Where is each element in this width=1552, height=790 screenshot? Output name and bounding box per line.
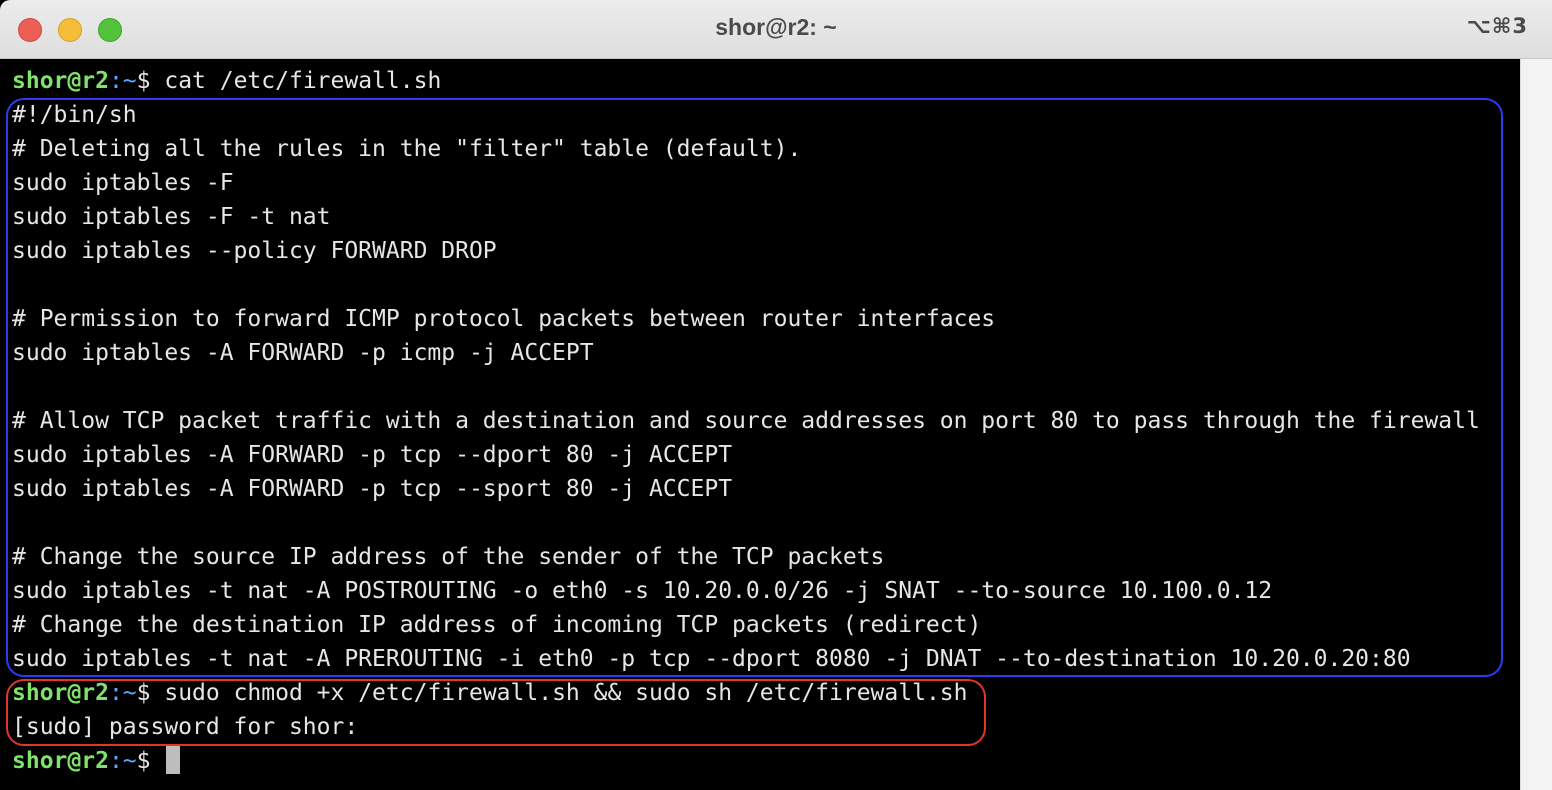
output-line: sudo iptables -F -t nat [12, 204, 331, 230]
prompt-user: shor@r2 [12, 748, 109, 774]
output-line: # Change the source IP address of the se… [12, 544, 885, 570]
command-line[interactable]: shor@r2:~$ [12, 744, 1520, 778]
output-line: # Allow TCP packet traffic with a destin… [12, 408, 1480, 434]
output-line: sudo iptables --policy FORWARD DROP [12, 238, 497, 264]
prompt-path: :~ [108, 680, 137, 706]
command-line: shor@r2:~$ cat /etc/firewall.sh [12, 64, 1520, 98]
output-line: # Change the destination IP address of i… [12, 612, 982, 638]
scrollbar[interactable] [1520, 59, 1552, 790]
prompt-path: :~ [108, 68, 137, 94]
command-text: cat /etc/firewall.sh [164, 68, 442, 94]
output-line: sudo iptables -F [12, 170, 234, 196]
output-line: # Permission to forward ICMP protocol pa… [12, 306, 996, 332]
output-line: sudo iptables -t nat -A POSTROUTING -o e… [12, 578, 1273, 604]
output-line: sudo iptables -t nat -A PREROUTING -i et… [12, 646, 1411, 672]
title-bar[interactable]: shor@r2: ~ ⌥⌘3 [0, 0, 1552, 59]
output-line: #!/bin/sh [12, 102, 137, 128]
prompt-symbol: $ [136, 680, 165, 706]
terminal-output[interactable]: shor@r2:~$ cat /etc/firewall.sh #!/bin/s… [0, 59, 1520, 790]
prompt-user: shor@r2 [12, 68, 109, 94]
window-shortcut-label: ⌥⌘3 [1466, 14, 1528, 38]
prompt-user: shor@r2 [12, 680, 109, 706]
text-cursor [166, 745, 181, 774]
prompt-symbol: $ [136, 748, 165, 774]
output-line: # Deleting all the rules in the "filter"… [12, 136, 802, 162]
prompt-path: :~ [108, 748, 137, 774]
output-line: sudo iptables -A FORWARD -p tcp --dport … [12, 442, 733, 468]
window-title: shor@r2: ~ [715, 14, 837, 40]
output-line: sudo iptables -A FORWARD -p tcp --sport … [12, 476, 733, 502]
prompt-symbol: $ [136, 68, 165, 94]
command-text: sudo chmod +x /etc/firewall.sh && sudo s… [164, 680, 968, 706]
sudo-password-prompt: [sudo] password for shor: [12, 714, 359, 740]
terminal-window: shor@r2: ~ ⌥⌘3 shor@r2:~$ cat /etc/firew… [0, 0, 1552, 790]
command-line: shor@r2:~$ sudo chmod +x /etc/firewall.s… [12, 676, 1520, 710]
output-line: sudo iptables -A FORWARD -p icmp -j ACCE… [12, 340, 594, 366]
